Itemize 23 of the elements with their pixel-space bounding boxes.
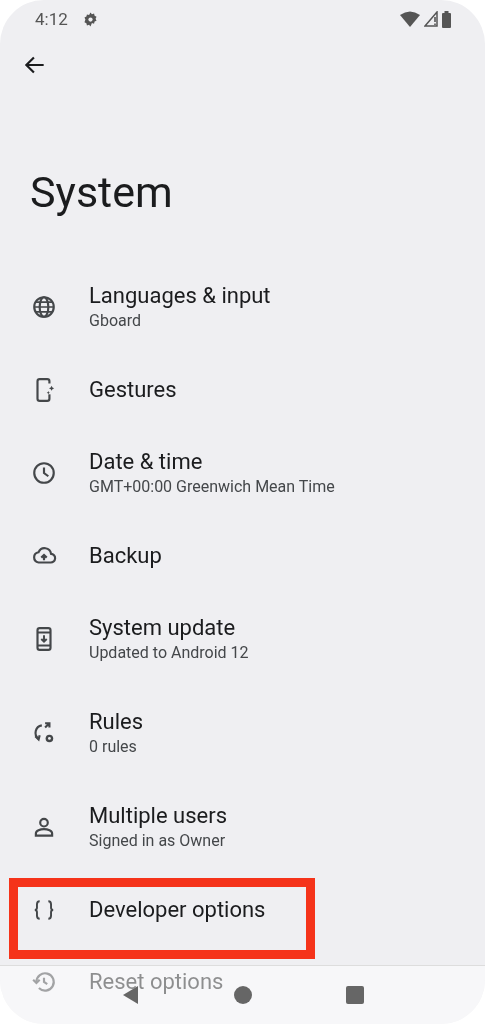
item-subtitle: GMT+00:00 Greenwich Mean Time: [89, 476, 335, 498]
item-title[interactable]: Gestures: [89, 376, 177, 404]
home-circle-icon[interactable]: [231, 984, 254, 1006]
recents-square-icon[interactable]: [343, 984, 366, 1006]
clock-icon: [31, 460, 57, 486]
item-title[interactable]: Languages & input: [89, 282, 271, 310]
item-subtitle: 0 rules: [89, 736, 138, 758]
globe-icon: [31, 294, 57, 320]
item-title[interactable]: Multiple users: [89, 802, 227, 830]
history-icon: [31, 969, 57, 995]
item-subtitle: Updated to Android 12: [89, 642, 249, 664]
status-time: 4:12: [35, 9, 68, 29]
signal-icon: [424, 11, 438, 27]
item-subtitle: Signed in as Owner: [89, 830, 227, 852]
item-subtitle: Gboard: [89, 310, 142, 332]
item-title[interactable]: Rules: [89, 708, 144, 736]
item-title[interactable]: System update: [89, 614, 249, 642]
page-title: System: [30, 166, 174, 219]
battery-icon: [442, 10, 451, 28]
item-title[interactable]: Date & time: [89, 448, 335, 476]
item-title[interactable]: Backup: [89, 542, 162, 570]
item-title[interactable]: Developer options: [89, 896, 266, 924]
wifi-icon: [400, 10, 420, 28]
